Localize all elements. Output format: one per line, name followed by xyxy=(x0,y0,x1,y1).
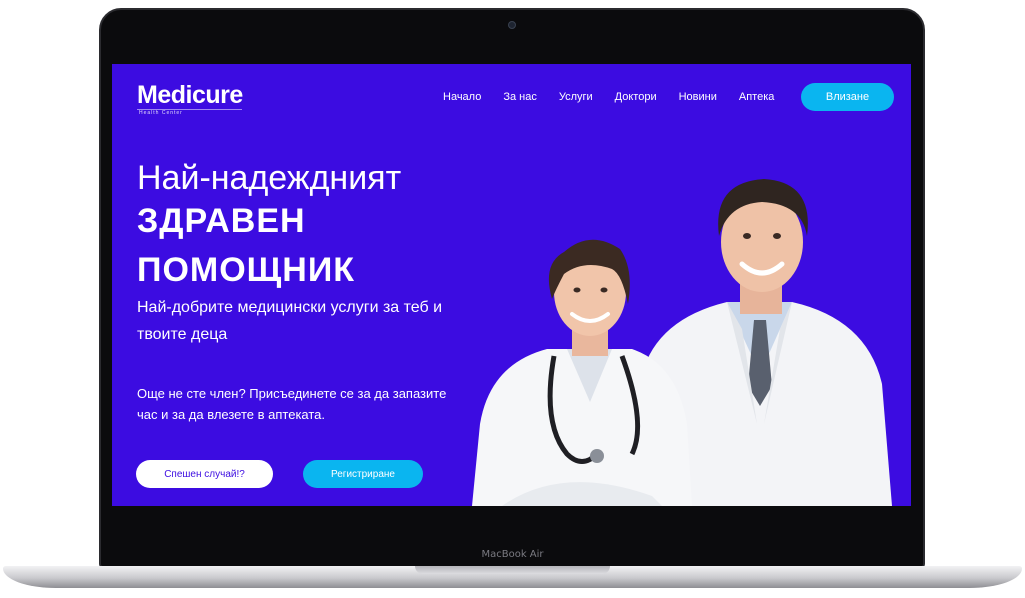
login-button[interactable]: Влизане xyxy=(801,83,894,111)
nav-item-doctors[interactable]: Доктори xyxy=(615,91,657,103)
website-screen: Medicure Health Center Начало За нас Усл… xyxy=(112,64,911,506)
hero-subtitle: Най-добрите медицински услуги за теб и т… xyxy=(137,299,443,343)
hero-title: Най-надеждният xyxy=(137,159,402,197)
hero-headline-line1: ЗДРАВЕН xyxy=(137,202,306,240)
nav-item-pharmacy[interactable]: Аптека xyxy=(739,91,775,103)
logo-tagline: Health Center xyxy=(137,109,242,116)
register-button[interactable]: Регистриране xyxy=(303,460,423,488)
doctors-photo xyxy=(472,179,892,506)
nav-item-about[interactable]: За нас xyxy=(503,91,537,103)
device-label: MacBook Air xyxy=(481,549,544,560)
nav-item-services[interactable]: Услуги xyxy=(559,91,593,103)
nav-item-home[interactable]: Начало xyxy=(443,91,481,103)
emergency-button[interactable]: Спешен случай!? xyxy=(136,460,273,488)
camera-icon xyxy=(508,21,516,29)
hero-headline: ЗДРАВЕН ПОМОЩНИК xyxy=(137,197,355,295)
main-nav: Начало За нас Услуги Доктори Новини Апте… xyxy=(443,91,796,103)
logo-name: Medicure xyxy=(137,81,243,109)
nav-item-news[interactable]: Новини xyxy=(679,91,717,103)
site-logo[interactable]: Medicure Health Center xyxy=(137,81,243,116)
hero-headline-line2: ПОМОЩНИК xyxy=(137,251,356,289)
hero-note: Още не сте член? Присъединете се за да з… xyxy=(137,386,447,422)
laptop-notch xyxy=(415,566,610,574)
